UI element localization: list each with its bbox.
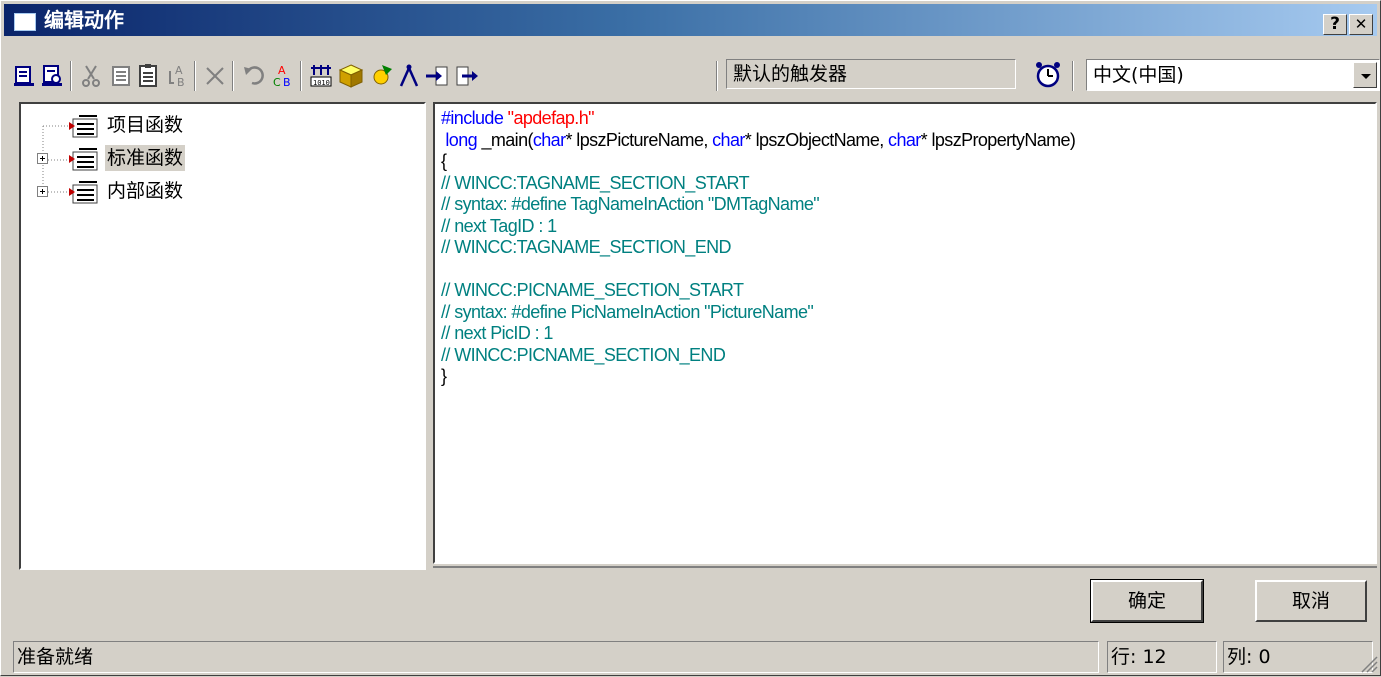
- cut-icon[interactable]: [78, 63, 104, 89]
- function-group-icon: [69, 181, 98, 204]
- undo-icon[interactable]: [242, 63, 268, 89]
- function-tree[interactable]: 项目函数标准函数内部函数: [19, 102, 426, 570]
- edit-action-dialog: 编辑动作 ? ✕ A B A C B 1010 默认的触发器 中文(中国) 项目…: [0, 0, 1381, 676]
- code-line: // syntax: #define PicNameInAction "Pict…: [441, 301, 814, 322]
- replace-icon[interactable]: A B: [164, 63, 190, 89]
- code-line: // WINCC:TAGNAME_SECTION_END: [441, 237, 732, 257]
- cancel-button[interactable]: 取消: [1255, 580, 1367, 622]
- resize-grip-icon[interactable]: [1358, 653, 1378, 673]
- code-text[interactable]: #include "apdefap.h" long _main(char* lp…: [441, 108, 1076, 388]
- code-line: // next TagID : 1: [441, 215, 557, 236]
- ok-button[interactable]: 确定: [1090, 579, 1204, 623]
- tags-icon[interactable]: 1010: [308, 63, 334, 89]
- property-icon[interactable]: [368, 63, 394, 89]
- spell-check-icon[interactable]: A C B: [270, 63, 296, 89]
- paste-icon[interactable]: [136, 63, 162, 89]
- status-column: 列: 0: [1223, 641, 1373, 673]
- status-row: 行: 12: [1107, 641, 1217, 673]
- code-line: // syntax: #define TagNameInAction "DMTa…: [441, 194, 820, 214]
- window-title: 编辑动作: [44, 8, 124, 32]
- toolbar: A B A C B 1010 默认的触发器 中文(中国): [4, 55, 1380, 97]
- svg-text:B: B: [177, 76, 185, 89]
- editor-splitter: [433, 566, 1377, 571]
- compass-icon[interactable]: [396, 63, 422, 89]
- tree-item-label: 内部函数: [107, 180, 184, 202]
- expand-toggle-icon[interactable]: [37, 153, 48, 164]
- language-select[interactable]: 中文(中国): [1086, 59, 1380, 91]
- code-line: long _main(char* lpszPictureName, char* …: [441, 129, 1076, 150]
- export-icon[interactable]: [40, 63, 66, 89]
- close-button[interactable]: ✕: [1349, 14, 1373, 35]
- code-line: // WINCC:PICNAME_SECTION_START: [441, 280, 744, 300]
- import-icon[interactable]: [12, 63, 38, 89]
- tree-item-label: 标准函数: [105, 145, 186, 171]
- code-line: #include "apdefap.h": [441, 108, 595, 128]
- tree-item[interactable]: 项目函数: [21, 112, 421, 140]
- language-select-value: 中文(中国): [1093, 64, 1184, 86]
- trigger-field: 默认的触发器: [726, 59, 1016, 89]
- code-line: }: [441, 366, 447, 386]
- code-line: // WINCC:TAGNAME_SECTION_START: [441, 172, 750, 193]
- svg-text:1010: 1010: [313, 79, 330, 87]
- tree-item[interactable]: 标准函数: [21, 145, 421, 173]
- trigger-clock-icon[interactable]: [1034, 61, 1062, 89]
- status-message: 准备就绪: [13, 641, 1099, 673]
- svg-text:C: C: [273, 76, 281, 89]
- status-bar: 准备就绪 行: 12 列: 0: [1, 639, 1381, 677]
- object-cube-icon[interactable]: [338, 63, 364, 89]
- function-group-icon: [69, 115, 98, 138]
- code-line: // next PicID : 1: [441, 323, 553, 343]
- code-editor[interactable]: #include "apdefap.h" long _main(char* lp…: [433, 102, 1377, 564]
- title-bar[interactable]: 编辑动作 ? ✕: [4, 4, 1377, 36]
- run-icon[interactable]: [454, 63, 480, 89]
- help-button[interactable]: ?: [1323, 14, 1347, 35]
- delete-icon[interactable]: [202, 63, 228, 89]
- tree-item-label: 项目函数: [107, 114, 184, 136]
- tree-item[interactable]: 内部函数: [21, 178, 421, 206]
- function-group-icon: [69, 148, 98, 171]
- goto-icon[interactable]: [424, 63, 450, 89]
- chevron-down-icon[interactable]: [1353, 62, 1377, 88]
- window-icon: [14, 13, 36, 31]
- svg-text:B: B: [283, 76, 291, 89]
- code-line: // WINCC:PICNAME_SECTION_END: [441, 344, 726, 365]
- copy-icon[interactable]: [108, 63, 134, 89]
- code-line: {: [441, 151, 447, 171]
- expand-toggle-icon[interactable]: [37, 186, 48, 197]
